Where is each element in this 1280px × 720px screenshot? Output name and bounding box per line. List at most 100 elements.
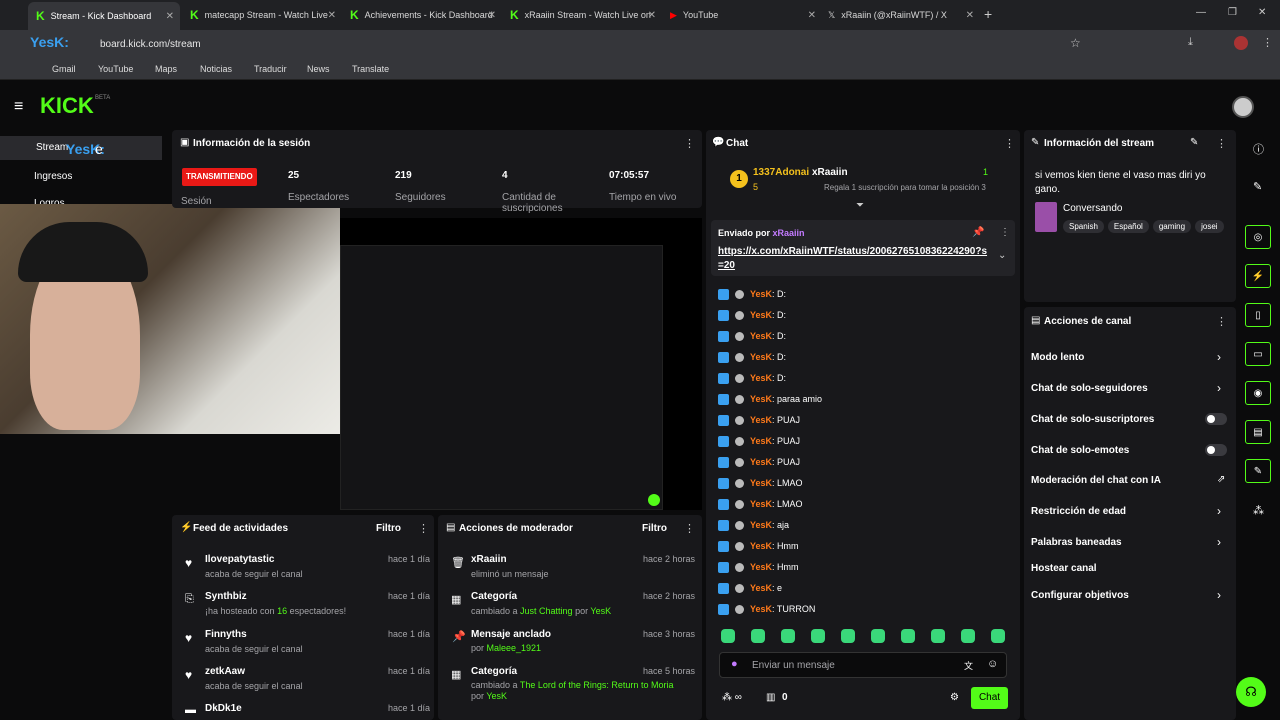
chevron-right-icon[interactable]: › [1217,504,1222,518]
bookmark-news[interactable]: News [307,64,330,74]
category-name[interactable]: Conversando [1063,203,1122,214]
profile-avatar[interactable] [1234,36,1248,50]
emote-icon[interactable] [901,629,915,643]
emotes-only-toggle[interactable] [1205,444,1227,456]
tab-kick-dashboard[interactable]: K Stream - Kick Dashboard ✕ [28,2,180,30]
star-icon[interactable]: ☆ [1070,36,1081,50]
bookmark-maps[interactable]: Maps [155,64,177,74]
feed-filter-button[interactable]: Filtro [376,523,401,534]
expand-chevron-icon[interactable]: ⌄ [998,250,1006,261]
chevron-right-icon[interactable]: › [1217,535,1222,549]
hamburger-icon[interactable]: ≡ [14,98,23,116]
emote-icon[interactable] [841,629,855,643]
chevron-right-icon[interactable]: › [1217,381,1222,395]
external-link-icon[interactable]: ⇗ [1217,474,1225,485]
actions-menu-icon[interactable]: ⋮ [1216,315,1227,328]
bookmark-youtube[interactable]: YouTube [98,64,133,74]
wrench-icon[interactable]: ✎ [1245,459,1271,483]
tag[interactable]: Español [1107,220,1149,233]
action-ai-moderation[interactable]: Moderación del chat con IA [1031,475,1161,486]
close-icon[interactable]: ✕ [488,10,496,21]
bookmark-gmail[interactable]: Gmail [52,64,76,74]
emote-icon[interactable] [871,629,885,643]
close-icon[interactable]: ✕ [166,11,174,22]
info-icon[interactable]: ⓘ [1253,141,1264,157]
tab-xraaiin-stream[interactable]: KxRaaiin Stream - Watch Live on ✕ [502,4,662,26]
action-host-channel[interactable]: Hostear canal [1031,563,1097,574]
emote-icon[interactable] [781,629,795,643]
mic-icon[interactable]: ● [731,658,738,670]
emoji-icon[interactable]: ☺ [987,658,998,670]
translate-icon[interactable]: 文 [964,659,973,672]
tab-youtube[interactable]: ▶ YouTube ✕ [662,4,822,26]
emote-icon[interactable] [991,629,1005,643]
maximize-icon[interactable]: ❐ [1228,7,1237,18]
emote-icon[interactable] [931,629,945,643]
points-icon[interactable]: ⁂ ∞ [722,692,742,703]
tab-achievements[interactable]: K Achievements - Kick Dashboard ✕ [342,4,502,26]
collapse-icon[interactable]: ⏷ [856,200,864,211]
action-emotes-only[interactable]: Chat de solo-emotes [1031,445,1129,456]
chevron-right-icon[interactable]: › [1217,588,1222,602]
settings-icon[interactable]: ⚙ [950,692,959,703]
action-goals[interactable]: Configurar objetivos [1031,590,1129,601]
chevron-right-icon[interactable]: › [1217,350,1222,364]
bookmark-traducir[interactable]: Traducir [254,64,287,74]
feed-user[interactable]: Ilovepatytastic [205,554,274,565]
feed-user[interactable]: Synthbiz [205,591,247,602]
feed-user[interactable]: zetkAaw [205,666,245,677]
sidebar-item-ingresos[interactable]: Ingresos [34,171,72,182]
top-gifter-name[interactable]: 1337Adonai [753,167,809,178]
pin-icon[interactable]: 📌 [972,227,984,238]
feed-menu-icon[interactable]: ⋮ [418,522,429,535]
gift-icon[interactable]: ▥ [766,692,775,703]
gift-user[interactable]: xRaaiin [812,167,848,178]
edit-icon[interactable]: ✎ [1190,137,1198,148]
close-icon[interactable]: ✕ [328,10,336,21]
user-avatar[interactable] [1232,96,1254,118]
tag[interactable]: josei [1195,220,1224,233]
lightning-icon[interactable]: ⚡ [1245,264,1271,288]
feed-user[interactable]: DkDk1e [205,703,242,714]
pinned-menu-icon[interactable]: ⋮ [1000,227,1010,238]
stream-info-menu-icon[interactable]: ⋮ [1216,137,1227,150]
action-age-restriction[interactable]: Restricción de edad [1031,506,1126,517]
close-icon[interactable]: ✕ [808,10,816,21]
category-thumbnail[interactable] [1035,202,1057,232]
action-banned-words[interactable]: Palabras baneadas [1031,537,1122,548]
target-icon[interactable]: ◎ [1245,225,1271,249]
tag[interactable]: Spanish [1063,220,1104,233]
emote-icon[interactable] [961,629,975,643]
tag[interactable]: gaming [1152,220,1192,233]
support-button[interactable]: ☊ [1236,677,1266,707]
action-followers-only[interactable]: Chat de solo-seguidores [1031,383,1148,394]
kick-logo[interactable]: KICK [40,93,94,119]
tab-matecapp[interactable]: Kmatecapp Stream - Watch Live ✕ [182,4,342,26]
feed-user[interactable]: Finnyths [205,629,247,640]
subscribers-only-toggle[interactable] [1205,413,1227,425]
close-window-icon[interactable]: ✕ [1258,7,1266,18]
edit-icon[interactable]: ✎ [1253,180,1262,193]
tab-x[interactable]: 𝕏xRaaiin (@xRaiinWTF) / X ✕ [820,4,980,26]
mod-filter-button[interactable]: Filtro [642,523,667,534]
document-icon[interactable]: ▯ [1245,303,1271,327]
apps-icon[interactable]: ⁂ [1253,504,1264,517]
bookmark-translate[interactable]: Translate [352,64,389,74]
chat-icon[interactable]: ▭ [1245,342,1271,366]
pinned-link[interactable]: https://x.com/xRaiinWTF/status/200627651… [718,245,988,273]
close-icon[interactable]: ✕ [648,10,656,21]
action-slow-mode[interactable]: Modo lento [1031,352,1084,363]
mod-menu-icon[interactable]: ⋮ [684,522,695,535]
download-icon[interactable]: ⤓ [1188,36,1193,49]
chat-menu-icon[interactable]: ⋮ [1004,137,1015,150]
emote-icon[interactable] [751,629,765,643]
layout-icon[interactable]: ▤ [1245,420,1271,444]
minimize-icon[interactable]: — [1196,7,1206,18]
emote-icon[interactable] [811,629,825,643]
action-subscribers-only[interactable]: Chat de solo-suscriptores [1031,414,1154,425]
bookmark-noticias[interactable]: Noticias [200,64,232,74]
broadcast-icon[interactable]: ◉ [1245,381,1271,405]
menu-icon[interactable]: ⋮ [1262,36,1273,49]
close-icon[interactable]: ✕ [966,10,974,21]
send-chat-button[interactable]: Chat [971,687,1008,709]
